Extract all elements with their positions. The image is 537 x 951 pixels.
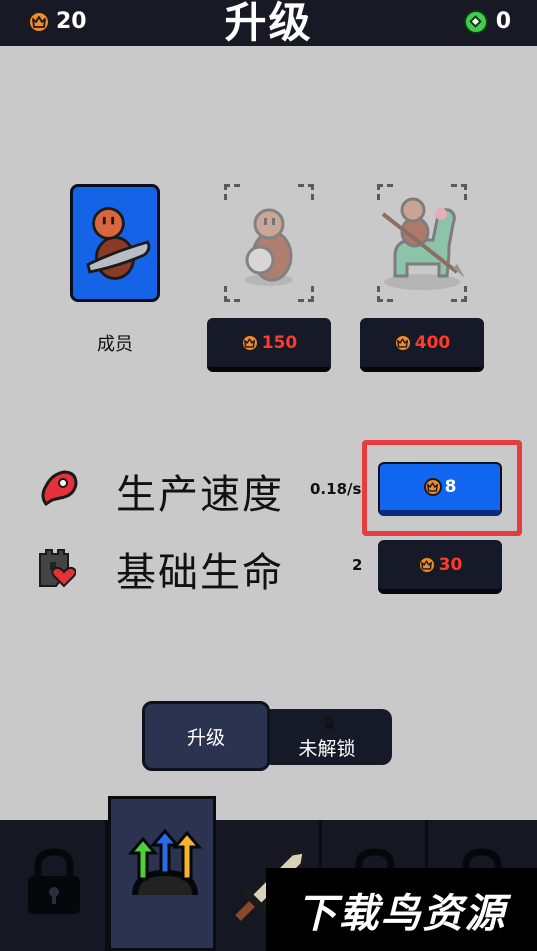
crown-coin-icon [417, 555, 436, 574]
caveman-shield-icon [245, 208, 293, 286]
tab-locked-label: 未解锁 [298, 737, 356, 760]
lock-icon [28, 848, 80, 914]
gem-counter: 0 [463, 9, 511, 34]
unit-card-shield[interactable] [224, 184, 314, 302]
gem-icon [463, 9, 488, 34]
stat-label-base-health: 基础生命 [116, 550, 284, 596]
watermark: 下载鸟资源 [266, 868, 537, 951]
price-label: 400 [414, 332, 451, 353]
stat-value-production: 0.18/s [310, 480, 362, 498]
upgrade-arrows-icon [127, 828, 203, 896]
cost-label: 8 [444, 477, 457, 497]
tab-locked[interactable]: 未解锁 [262, 709, 392, 765]
crown-coin-icon [240, 333, 259, 352]
buy-shield-button[interactable]: 150 [207, 318, 331, 372]
unit-card-member[interactable] [70, 184, 160, 302]
dino-rider-icon [381, 197, 465, 290]
crown-coin-icon [423, 478, 442, 496]
upgrade-base-health-button[interactable]: 30 [378, 540, 502, 594]
stat-label-production: 生产速度 [116, 472, 284, 518]
caveman-club-icon [86, 207, 151, 280]
stat-value-base-health: 2 [352, 556, 363, 574]
meat-icon [41, 470, 78, 507]
unit-name-member: 成员 [97, 334, 133, 355]
nav-slot-locked-1[interactable] [0, 820, 108, 951]
buy-dino-rider-button[interactable]: 400 [360, 318, 484, 372]
crown-coin-icon [393, 333, 412, 352]
tab-upgrade-label: 升级 [186, 726, 225, 749]
cost-label: 30 [438, 554, 463, 575]
lock-icon [325, 717, 333, 729]
price-label: 150 [261, 332, 298, 353]
unit-card-dino-rider[interactable] [377, 184, 467, 302]
gem-count: 0 [495, 9, 511, 34]
tab-upgrade[interactable]: 升级 [142, 701, 270, 771]
page-title: 升级 [224, 0, 313, 47]
upgrade-production-button[interactable]: 8 [378, 462, 502, 516]
castle-heart-icon [39, 549, 76, 588]
nav-slot-upgrade[interactable] [108, 796, 216, 951]
